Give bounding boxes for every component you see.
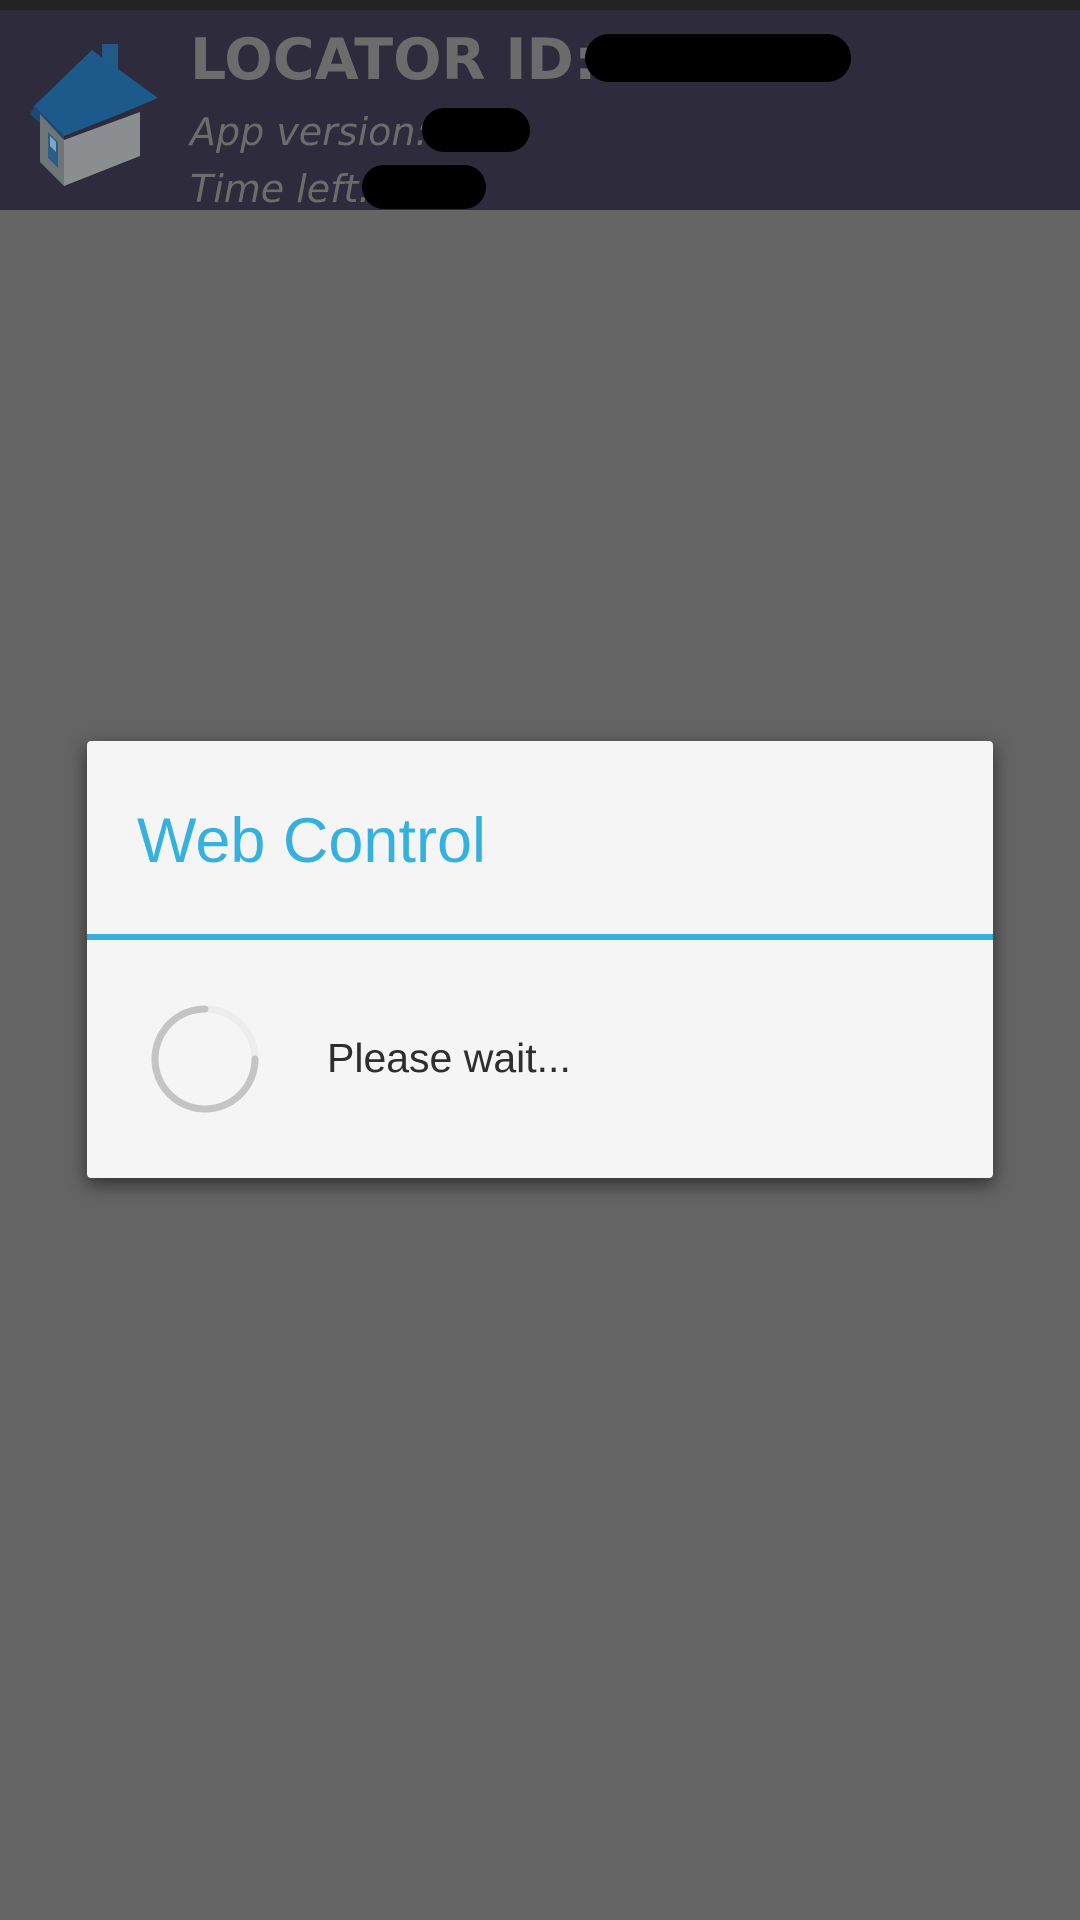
app-version-label: App version: (190, 110, 429, 154)
time-left-label: Time left: (190, 167, 372, 211)
locator-id-redaction (585, 34, 851, 82)
app-version-redaction (422, 108, 530, 152)
house-icon (30, 44, 158, 186)
time-left-redaction (362, 165, 486, 209)
time-left: Time left: (190, 164, 371, 214)
locator-id-label: LOCATOR ID: (190, 27, 597, 93)
locator-id: LOCATOR ID: (190, 20, 597, 100)
progress-dialog: Web Control Please wait... (87, 741, 993, 1178)
dialog-divider (87, 934, 993, 940)
dialog-title: Web Control (137, 806, 486, 876)
app-version: App version: (190, 107, 428, 157)
loading-spinner-icon (151, 1005, 259, 1113)
app-header: LOCATOR ID: App version: Time left: (0, 10, 1080, 211)
status-bar (0, 0, 1080, 10)
dialog-message: Please wait... (327, 1035, 571, 1081)
